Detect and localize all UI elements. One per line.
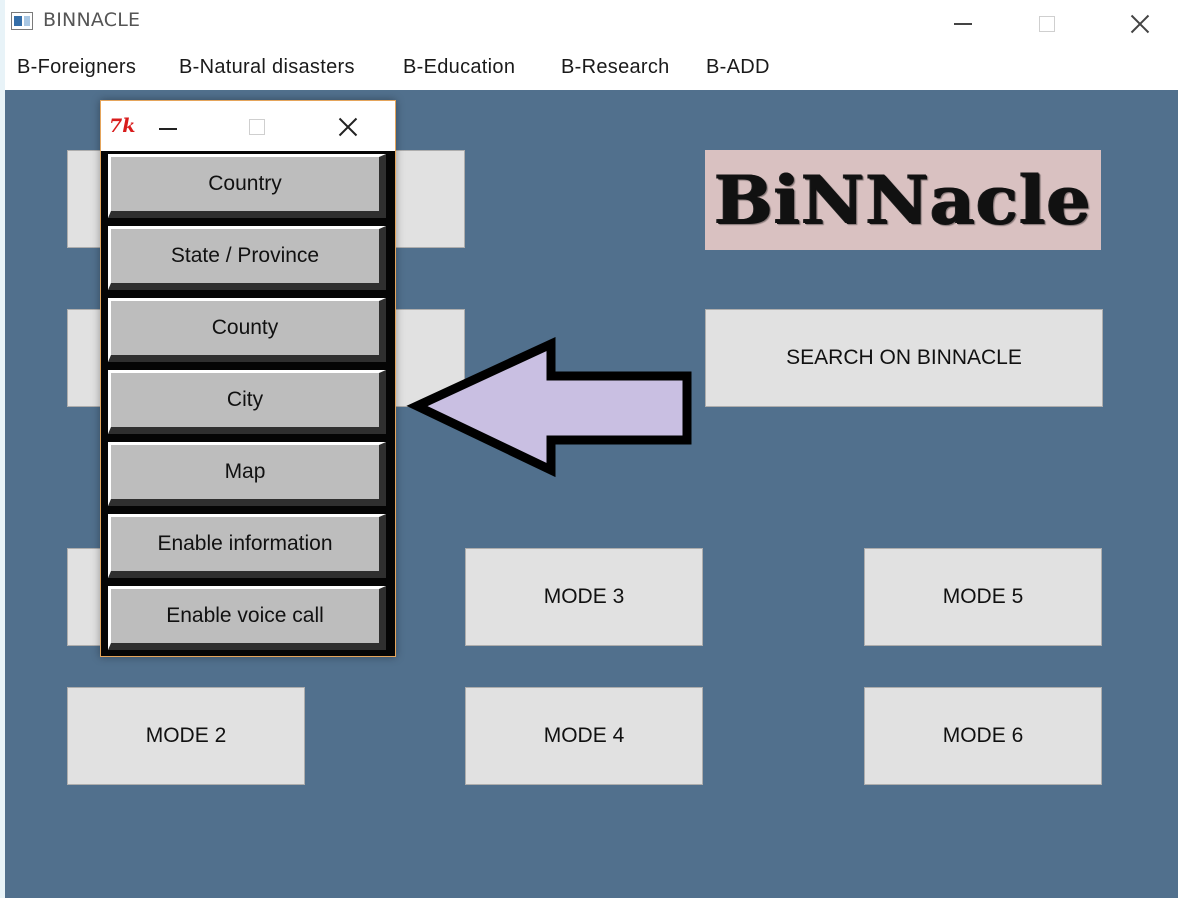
menu-b-add[interactable]: B-ADD	[706, 56, 770, 79]
search-on-binnacle-button[interactable]: SEARCH ON BINNACLE	[705, 309, 1103, 407]
close-button[interactable]	[1110, 4, 1170, 44]
popup-close-button[interactable]	[338, 117, 358, 137]
maximize-icon	[1039, 16, 1055, 32]
map-button[interactable]: Map	[108, 442, 386, 506]
close-icon	[1130, 14, 1150, 34]
enable-voice-call-button[interactable]: Enable voice call	[108, 586, 386, 650]
enable-information-button[interactable]: Enable information	[108, 514, 386, 578]
mode-4-button[interactable]: MODE 4	[465, 687, 703, 785]
menu-bar: B-Foreigners B-Natural disasters B-Educa…	[5, 48, 1178, 90]
county-button[interactable]: County	[108, 298, 386, 362]
state-province-button[interactable]: State / Province	[108, 226, 386, 290]
mode-2-button[interactable]: MODE 2	[67, 687, 305, 785]
tk-icon: 7k	[109, 115, 136, 137]
menu-b-foreigners[interactable]: B-Foreigners	[17, 56, 136, 79]
menu-b-natural-disasters[interactable]: B-Natural disasters	[179, 56, 355, 79]
menu-b-research[interactable]: B-Research	[561, 56, 670, 79]
country-button[interactable]: Country	[108, 154, 386, 218]
minimize-icon	[954, 23, 972, 25]
window-title: BINNACLE	[43, 9, 141, 31]
city-button[interactable]: City	[108, 370, 386, 434]
popup-maximize-button[interactable]	[249, 119, 265, 135]
mode-5-button[interactable]: MODE 5	[864, 548, 1102, 646]
popup-title-bar: 7k	[101, 101, 395, 151]
minimize-button[interactable]	[933, 4, 993, 44]
popup-minimize-button[interactable]	[159, 128, 177, 130]
tk-popup-window: 7k Country State / Province County City …	[100, 100, 396, 657]
menu-b-education[interactable]: B-Education	[403, 56, 515, 79]
arrow-left-icon	[406, 336, 692, 478]
popup-body: Country State / Province County City Map…	[101, 151, 395, 656]
maximize-button[interactable]	[1017, 4, 1077, 44]
logo-text: BiNNacle	[714, 161, 1092, 239]
mode-3-button[interactable]: MODE 3	[465, 548, 703, 646]
binnacle-logo: BiNNacle	[705, 150, 1101, 250]
title-bar: BINNACLE	[5, 0, 1178, 48]
app-icon	[11, 12, 33, 30]
mode-6-button[interactable]: MODE 6	[864, 687, 1102, 785]
